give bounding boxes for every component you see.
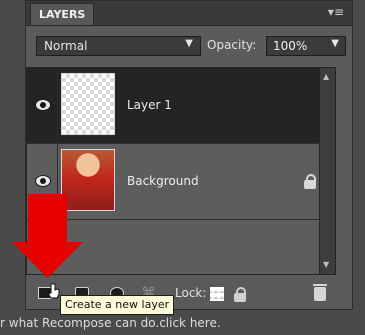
lock-icon <box>304 174 316 189</box>
scroll-down-icon[interactable]: ▼ <box>323 261 332 269</box>
panel-menu-icon[interactable]: ▾≡ <box>328 5 344 19</box>
eye-icon[interactable] <box>35 175 51 187</box>
chevron-down-icon[interactable]: ▼ <box>331 38 339 49</box>
layer-row[interactable]: Layer 1 <box>27 68 335 144</box>
layers-tab[interactable]: LAYERS <box>30 3 95 25</box>
lock-transparent-icon[interactable] <box>210 287 224 301</box>
scroll-up-icon[interactable]: ▲ <box>323 73 332 81</box>
layers-scrollbar[interactable]: ▲ ▼ <box>319 68 335 274</box>
pointer-cursor-icon <box>48 283 60 299</box>
layer-name[interactable]: Background <box>127 174 199 188</box>
layer-thumbnail[interactable] <box>61 73 115 135</box>
layer-name[interactable]: Layer 1 <box>127 98 172 112</box>
opacity-input[interactable]: 100% ▼ <box>266 36 346 56</box>
red-arrow-annotation <box>12 194 83 278</box>
lock-all-icon[interactable] <box>234 287 246 302</box>
blend-mode-value: Normal <box>44 39 88 53</box>
eye-icon[interactable] <box>35 99 51 111</box>
panel-header: LAYERS ▾≡ <box>26 1 352 26</box>
opacity-label: Opacity: <box>207 38 257 52</box>
opacity-value: 100% <box>273 39 308 53</box>
lock-label: Lock: <box>175 286 207 300</box>
controls-row: Normal ▼ Opacity: 100% ▼ <box>26 25 352 65</box>
visibility-toggle[interactable] <box>27 68 58 143</box>
trash-icon[interactable] <box>313 284 327 301</box>
background-hint-text: r what Recompose can do.click here. <box>0 316 221 330</box>
chevron-down-icon: ▼ <box>185 38 193 49</box>
blend-mode-select[interactable]: Normal ▼ <box>36 36 201 56</box>
